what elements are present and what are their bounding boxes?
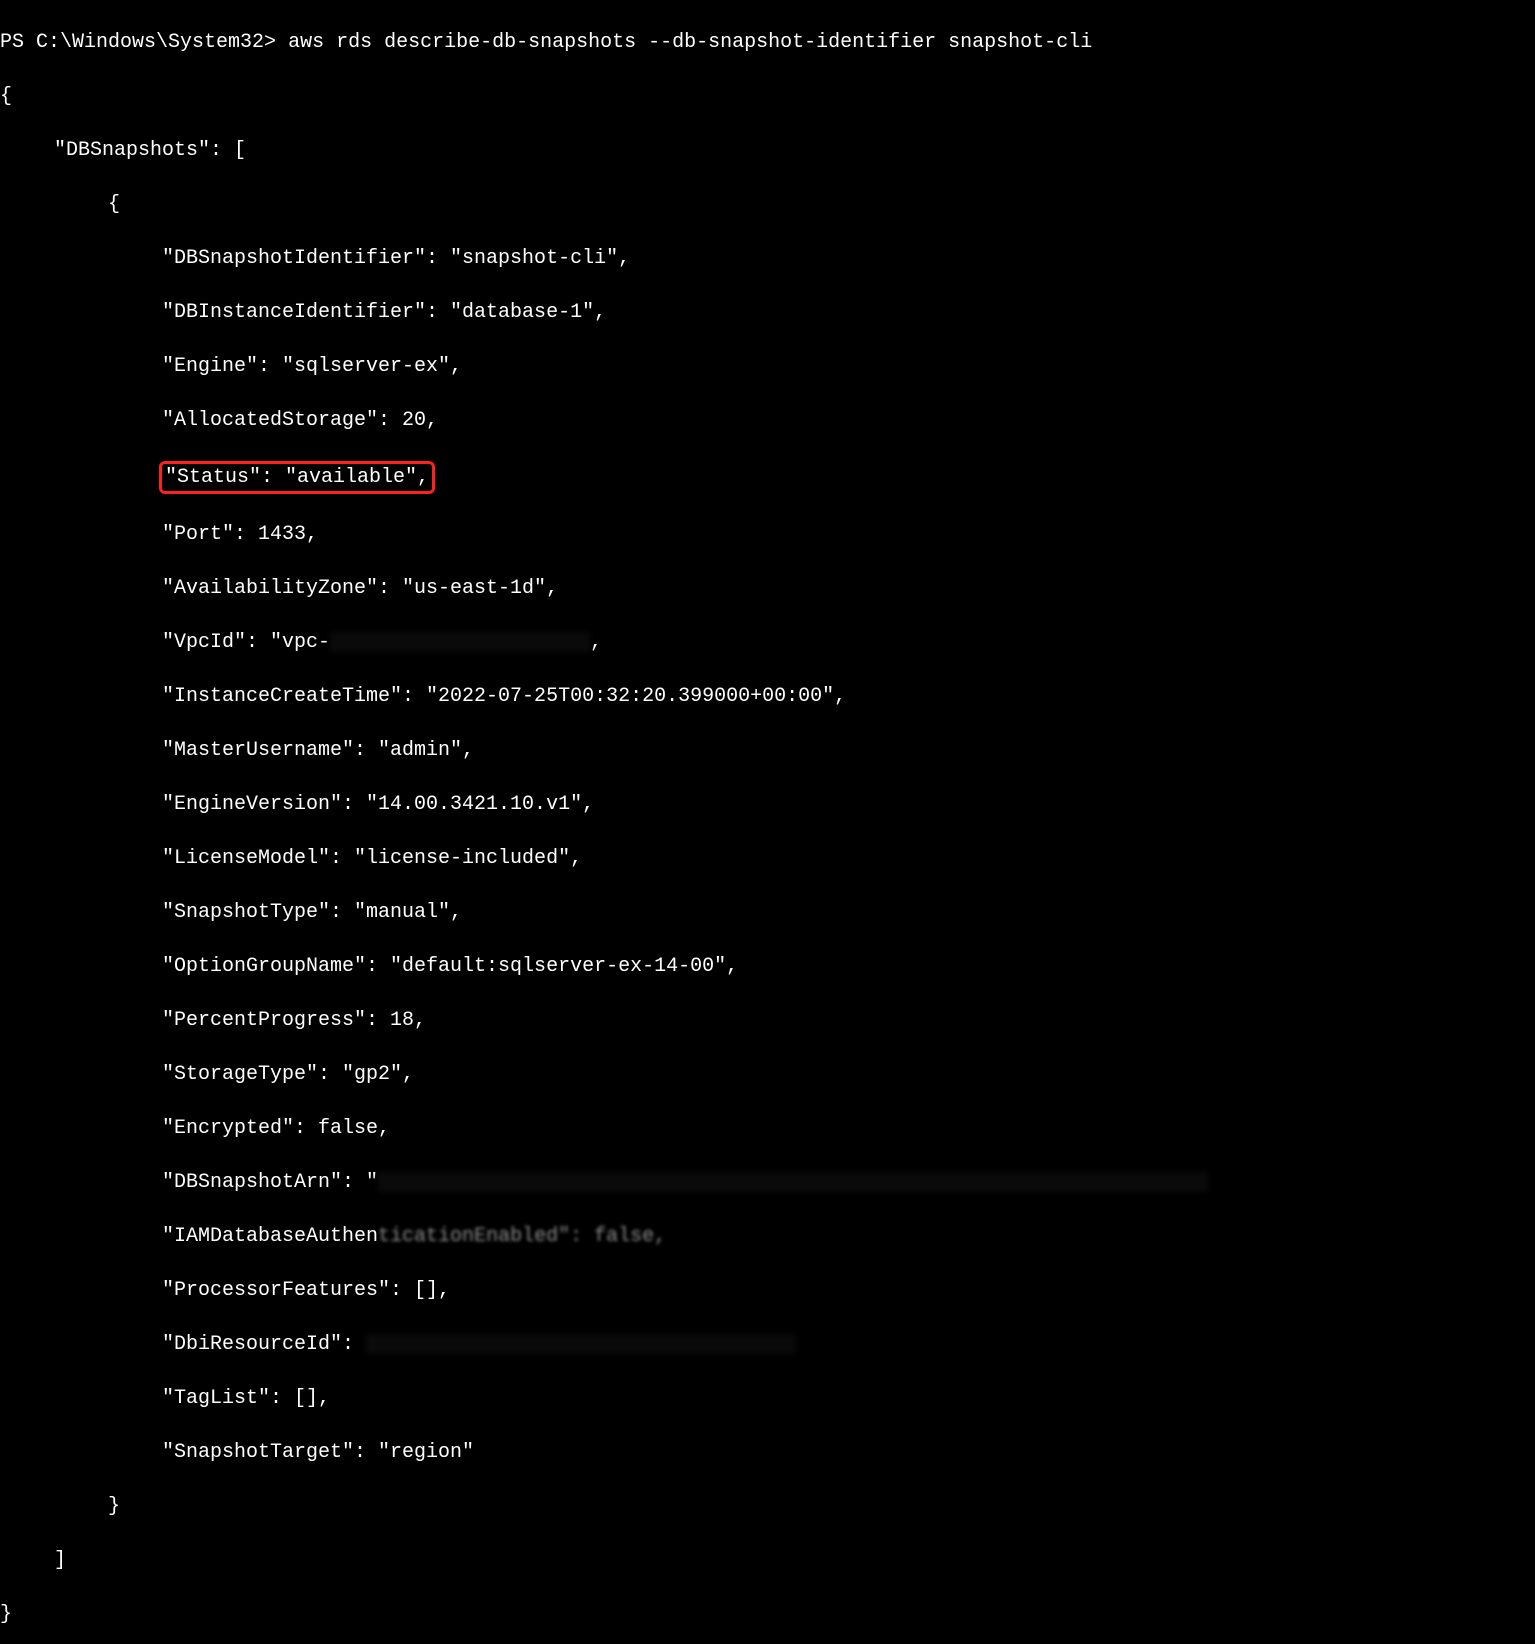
json-object-open: { xyxy=(0,191,1535,218)
field-encrypted: "Encrypted": false, xyxy=(0,1115,1535,1142)
field-availability-zone: "AvailabilityZone": "us-east-1d", xyxy=(0,575,1535,602)
field-dbi-resource-id: "DbiResourceId": xyxy=(0,1331,1535,1358)
field-iam-auth: "IAMDatabaseAuthenticationEnabled": fals… xyxy=(0,1223,1535,1250)
field-engine-version: "EngineVersion": "14.00.3421.10.v1", xyxy=(0,791,1535,818)
field-snapshot-target: "SnapshotTarget": "region" xyxy=(0,1439,1535,1466)
field-storage-type: "StorageType": "gp2", xyxy=(0,1061,1535,1088)
prompt-line: PS C:\Windows\System32> aws rds describe… xyxy=(0,29,1535,56)
command-text: aws rds describe-db-snapshots --db-snaps… xyxy=(288,31,1092,54)
json-open-brace: { xyxy=(0,83,1535,110)
field-tag-list: "TagList": [], xyxy=(0,1385,1535,1412)
json-array-key: "DBSnapshots": [ xyxy=(0,137,1535,164)
field-processor-features: "ProcessorFeatures": [], xyxy=(0,1277,1535,1304)
terminal-output: PS C:\Windows\System32> aws rds describe… xyxy=(0,2,1535,1644)
field-instance-create-time: "InstanceCreateTime": "2022-07-25T00:32:… xyxy=(0,683,1535,710)
field-percent-progress: "PercentProgress": 18, xyxy=(0,1007,1535,1034)
json-close-brace: } xyxy=(0,1601,1535,1628)
field-vpc-id: "VpcId": "vpc-, xyxy=(0,629,1535,656)
field-dbsnapshot-arn: "DBSnapshotArn": " xyxy=(0,1169,1535,1196)
field-option-group-name: "OptionGroupName": "default:sqlserver-ex… xyxy=(0,953,1535,980)
redacted-iam-blur2: led": false, xyxy=(522,1225,666,1248)
field-status-highlighted: "Status": "available", xyxy=(0,461,1535,494)
field-status: "Status": "available", xyxy=(165,466,429,489)
field-dbsnapshot-identifier: "DBSnapshotIdentifier": "snapshot-cli", xyxy=(0,245,1535,272)
field-port: "Port": 1433, xyxy=(0,521,1535,548)
prompt-prefix: PS C:\Windows\System32> xyxy=(0,31,276,54)
highlight-annotation: "Status": "available", xyxy=(159,461,435,494)
field-license-model: "LicenseModel": "license-included", xyxy=(0,845,1535,872)
field-snapshot-type: "SnapshotType": "manual", xyxy=(0,899,1535,926)
redacted-vpc xyxy=(330,632,590,652)
field-master-username: "MasterUsername": "admin", xyxy=(0,737,1535,764)
field-engine: "Engine": "sqlserver-ex", xyxy=(0,353,1535,380)
json-object-close: } xyxy=(0,1493,1535,1520)
json-array-close: ] xyxy=(0,1547,1535,1574)
redacted-iam-blur1: ticationEnab xyxy=(378,1225,522,1248)
field-allocated-storage: "AllocatedStorage": 20, xyxy=(0,407,1535,434)
redacted-dbi xyxy=(366,1334,796,1354)
redacted-arn xyxy=(378,1172,1208,1192)
field-dbinstance-identifier: "DBInstanceIdentifier": "database-1", xyxy=(0,299,1535,326)
